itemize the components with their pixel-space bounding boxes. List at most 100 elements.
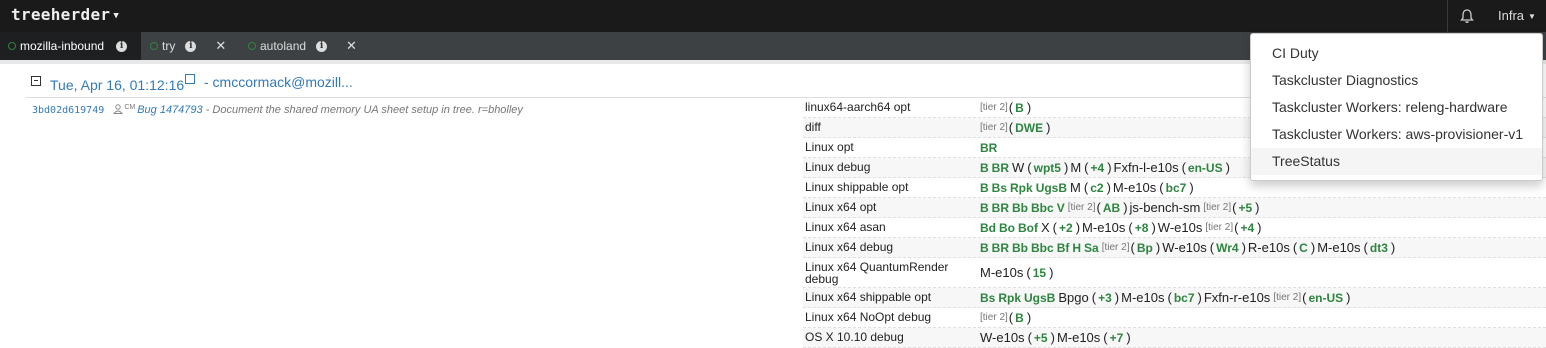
- repo-status-icon: [150, 42, 158, 50]
- job-button[interactable]: BR: [992, 201, 1009, 215]
- job-group-label[interactable]: W-e10s: [1158, 220, 1203, 235]
- job-button[interactable]: V: [1057, 201, 1065, 215]
- job-button[interactable]: en-US: [1188, 161, 1223, 175]
- job-button[interactable]: +8: [1135, 221, 1149, 235]
- job-button[interactable]: UgsB: [1024, 291, 1055, 305]
- repo-tab-mozilla-inbound[interactable]: mozilla-inbound i: [0, 32, 141, 60]
- job-button[interactable]: Bbc: [1031, 241, 1054, 255]
- job-button[interactable]: B: [980, 181, 989, 195]
- job-button[interactable]: +7: [1110, 331, 1124, 345]
- job-group-label[interactable]: M-e10s: [1121, 290, 1164, 305]
- job-group-label[interactable]: M-e10s: [1057, 330, 1100, 345]
- revision-hash-link[interactable]: 3bd02d619749: [32, 105, 104, 116]
- job-button[interactable]: BR: [980, 141, 997, 155]
- bug-link[interactable]: Bug 1474793: [137, 104, 202, 116]
- job-button[interactable]: +2: [1059, 221, 1073, 235]
- repo-tab-label: try: [162, 39, 176, 53]
- info-icon[interactable]: i: [185, 40, 197, 52]
- job-button[interactable]: +4: [1240, 221, 1254, 235]
- job-button[interactable]: Bbc: [1031, 201, 1054, 215]
- group-paren: ): [1310, 240, 1316, 255]
- job-group-label[interactable]: M-e10s: [1317, 240, 1360, 255]
- job-group-label[interactable]: js-bench-sm: [1130, 200, 1201, 215]
- tier-label: [tier 2]: [980, 102, 1008, 113]
- job-button[interactable]: B: [980, 241, 989, 255]
- job-button[interactable]: UgsB: [1036, 181, 1067, 195]
- app-logo-menu[interactable]: treeherder ▼: [11, 5, 119, 24]
- job-button[interactable]: H: [1072, 241, 1081, 255]
- job-button[interactable]: bc7: [1174, 291, 1195, 305]
- collapse-push-icon[interactable]: [31, 76, 41, 86]
- close-icon[interactable]: ✕: [346, 38, 357, 54]
- job-buttons: M-e10s(15): [980, 258, 1546, 287]
- user-icon: [113, 104, 124, 114]
- job-button[interactable]: Bo: [999, 221, 1015, 235]
- close-icon[interactable]: ✕: [215, 38, 226, 54]
- dropdown-item[interactable]: Taskcluster Diagnostics: [1251, 67, 1542, 94]
- job-button[interactable]: bc7: [1166, 181, 1187, 195]
- platform-name: Linux x64 debug: [805, 240, 894, 254]
- job-group-label[interactable]: W: [1012, 160, 1024, 175]
- info-icon[interactable]: i: [116, 40, 128, 52]
- job-button[interactable]: Bb: [1012, 201, 1028, 215]
- job-row: Linux x64 debug B BR Bb Bbc Bf H Sa [tier 2](Bp)…: [803, 238, 1546, 258]
- job-group-label[interactable]: R-e10s: [1248, 240, 1290, 255]
- group-paren: (: [1008, 120, 1014, 135]
- job-button[interactable]: +4: [1091, 161, 1105, 175]
- group-paren: (: [1026, 265, 1031, 280]
- job-button[interactable]: BR: [992, 241, 1009, 255]
- job-button[interactable]: Bb: [1012, 241, 1028, 255]
- job-button[interactable]: wpt5: [1034, 161, 1061, 175]
- infra-menu-button[interactable]: Infra ▼: [1484, 0, 1546, 32]
- push-author-link[interactable]: - cmccormack@mozill...: [204, 74, 353, 90]
- job-button[interactable]: Wr4: [1216, 241, 1238, 255]
- job-button[interactable]: C: [1299, 241, 1308, 255]
- dropdown-item[interactable]: Taskcluster Workers: releng-hardware: [1251, 94, 1542, 121]
- job-button[interactable]: c2: [1090, 181, 1103, 195]
- dropdown-item[interactable]: TreeStatus: [1251, 148, 1542, 175]
- group-paren: ): [1123, 200, 1128, 215]
- job-group-label[interactable]: W-e10s: [1162, 240, 1207, 255]
- job-group-label[interactable]: M: [1070, 180, 1081, 195]
- job-button[interactable]: +5: [1238, 201, 1252, 215]
- job-group-label[interactable]: M-e10s: [980, 265, 1023, 280]
- job-button[interactable]: en-US: [1308, 291, 1343, 305]
- job-button[interactable]: AB: [1103, 201, 1120, 215]
- group-paren: ): [1063, 160, 1069, 175]
- job-button[interactable]: B: [1015, 101, 1024, 115]
- job-button[interactable]: 15: [1033, 266, 1046, 280]
- job-group-label[interactable]: M-e10s: [1113, 180, 1156, 195]
- group-paren: (: [1363, 240, 1368, 255]
- job-button[interactable]: dt3: [1370, 241, 1388, 255]
- job-button[interactable]: +3: [1098, 291, 1112, 305]
- job-group-label[interactable]: Bpgo: [1058, 290, 1088, 305]
- job-button[interactable]: Rpk: [998, 291, 1021, 305]
- job-button[interactable]: Bs: [980, 291, 995, 305]
- job-button[interactable]: DWE: [1015, 121, 1043, 135]
- job-group-label[interactable]: W-e10s: [980, 330, 1025, 345]
- repo-tab-autoland[interactable]: autoland i ✕: [248, 32, 357, 60]
- repo-tab-try[interactable]: try i ✕: [150, 32, 226, 60]
- dropdown-item[interactable]: CI Duty: [1251, 40, 1542, 67]
- job-button[interactable]: Rpk: [1010, 181, 1033, 195]
- job-group-label[interactable]: Fxfn-l-e10s: [1114, 160, 1179, 175]
- job-button[interactable]: Bs: [992, 181, 1007, 195]
- job-button[interactable]: B: [980, 161, 989, 175]
- job-group-label[interactable]: X: [1041, 220, 1050, 235]
- job-button[interactable]: Bf: [1057, 241, 1070, 255]
- job-button[interactable]: +5: [1034, 331, 1048, 345]
- info-icon[interactable]: i: [316, 40, 328, 52]
- job-button[interactable]: BR: [992, 161, 1009, 175]
- job-group-label[interactable]: M: [1070, 160, 1081, 175]
- job-button[interactable]: Bp: [1137, 241, 1153, 255]
- job-group-label[interactable]: Fxfn-r-e10s: [1204, 290, 1270, 305]
- job-button[interactable]: Bof: [1018, 221, 1038, 235]
- job-group-label[interactable]: M-e10s: [1082, 220, 1125, 235]
- push-date-link[interactable]: Tue, Apr 16, 01:12:16: [50, 74, 196, 93]
- job-button[interactable]: B: [980, 201, 989, 215]
- dropdown-item[interactable]: Taskcluster Workers: aws-provisioner-v1: [1251, 121, 1542, 148]
- job-button[interactable]: B: [1015, 311, 1024, 325]
- job-button[interactable]: Sa: [1084, 241, 1099, 255]
- job-button[interactable]: Bd: [980, 221, 996, 235]
- bell-icon[interactable]: [1460, 8, 1474, 24]
